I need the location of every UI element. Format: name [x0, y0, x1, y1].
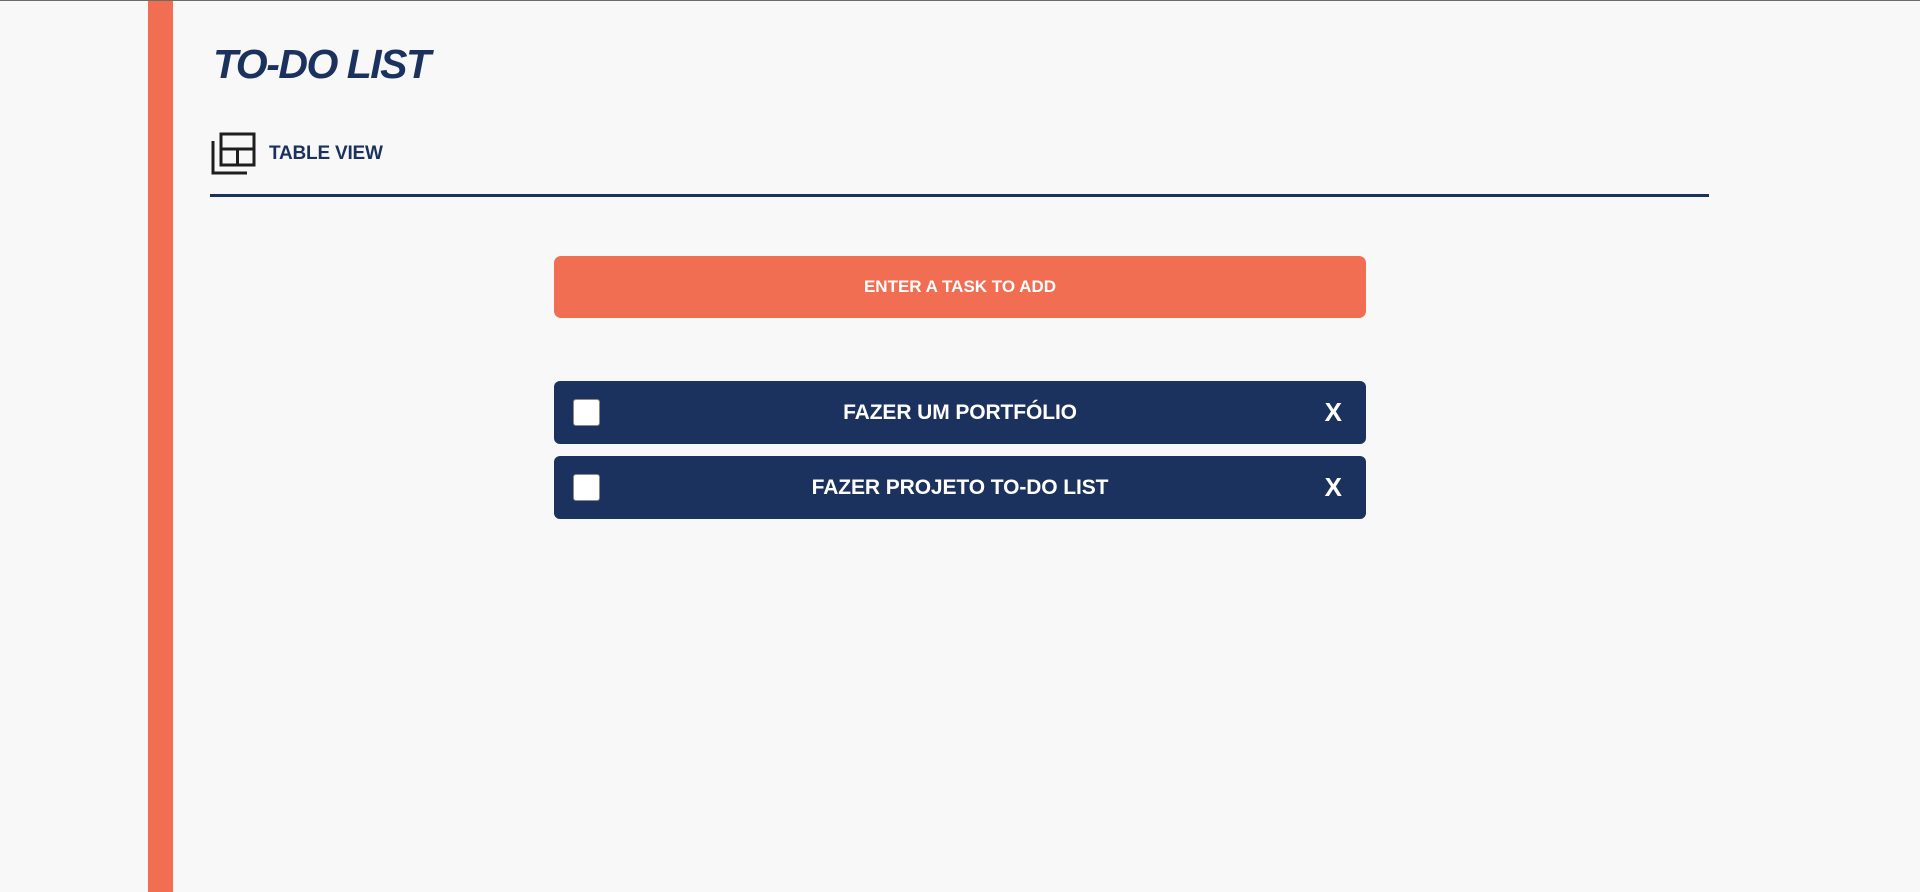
accent-sidebar-bar: [148, 1, 173, 892]
task-text: FAZER UM PORTFÓLIO: [843, 400, 1077, 424]
main-content: FAZER UM PORTFÓLIO X FAZER PROJETO TO-DO…: [554, 256, 1366, 531]
delete-task-button[interactable]: X: [1325, 456, 1342, 519]
header-divider: [210, 194, 1709, 197]
task-input[interactable]: [554, 256, 1366, 318]
page-title: TO-DO LIST: [213, 41, 431, 87]
delete-task-button[interactable]: X: [1325, 381, 1342, 444]
task-checkbox[interactable]: [573, 474, 600, 501]
task-text: FAZER PROJETO TO-DO LIST: [811, 475, 1109, 499]
page-header: TO-DO LIST TABLE VIEW: [211, 36, 1709, 176]
task-item: FAZER PROJETO TO-DO LIST X: [554, 456, 1366, 519]
table-view-toggle[interactable]: TABLE VIEW: [211, 132, 383, 176]
task-checkbox[interactable]: [573, 399, 600, 426]
table-view-label: TABLE VIEW: [269, 143, 383, 164]
task-item: FAZER UM PORTFÓLIO X: [554, 381, 1366, 444]
table-layout-icon: [211, 132, 257, 176]
task-list: FAZER UM PORTFÓLIO X FAZER PROJETO TO-DO…: [554, 381, 1366, 519]
window-top-border: [0, 0, 1920, 1]
